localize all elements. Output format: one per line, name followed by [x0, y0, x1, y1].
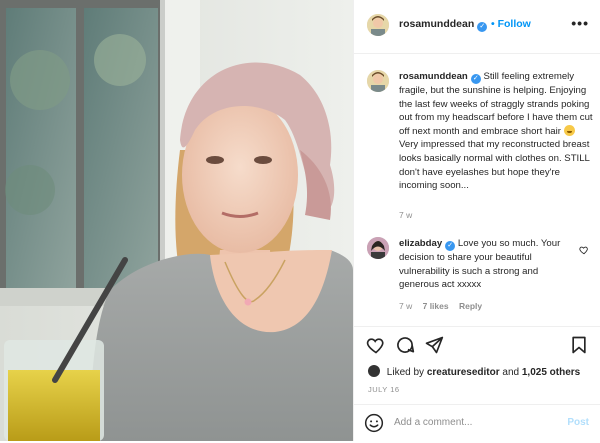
post-photo[interactable] — [0, 0, 353, 441]
add-comment-input[interactable] — [394, 415, 544, 430]
photo-illustration — [0, 0, 353, 441]
likes-prefix: Liked by — [386, 367, 425, 378]
comment-reply-button[interactable]: Reply — [459, 301, 482, 311]
send-icon[interactable] — [424, 335, 444, 355]
commenter-avatar[interactable] — [367, 237, 389, 259]
heart-icon[interactable] — [366, 335, 386, 355]
post-date[interactable]: JULY 16 — [368, 385, 400, 394]
instagram-post: rosamunddean ✓ • Follow ••• rosamunddean ✓… — [0, 0, 600, 441]
likes-others-count[interactable]: 1,025 others — [522, 367, 580, 378]
caption-text: rosamunddean ✓ Still feeling extremely fr… — [399, 70, 595, 193]
caption-body-continued: Very impressed that my reconstructed bre… — [399, 139, 590, 192]
author-avatar[interactable] — [367, 14, 389, 36]
comment-timestamp[interactable]: 7 w — [399, 301, 412, 311]
comment-like-icon[interactable] — [579, 245, 589, 255]
bookmark-icon[interactable] — [569, 335, 589, 355]
commenter-username[interactable]: elizabday — [399, 238, 442, 249]
author-username-text[interactable]: rosamunddean — [399, 18, 474, 30]
caption-timestamp[interactable]: 7 w — [399, 210, 412, 220]
caption-author-username[interactable]: rosamunddean — [399, 71, 468, 82]
caption-author-avatar[interactable] — [367, 70, 389, 92]
follow-button[interactable]: • Follow — [491, 18, 531, 30]
post-comment-button[interactable]: Post — [567, 417, 589, 428]
comment-likes-count[interactable]: 7 likes — [423, 301, 449, 311]
more-options-icon[interactable]: ••• — [571, 15, 589, 31]
caption-verified-badge-icon: ✓ — [470, 74, 481, 84]
commenter-verified-badge-icon: ✓ — [445, 241, 456, 251]
liker-avatar[interactable] — [368, 365, 380, 377]
comment-text: elizabday ✓ Love you so much. Your decisi… — [399, 237, 575, 292]
add-comment-bar: Post — [354, 404, 600, 443]
smiley-icon[interactable] — [364, 413, 384, 433]
likes-summary: Liked by creatureseditor and 1,025 other… — [368, 365, 580, 378]
grimace-emoji-icon — [563, 124, 575, 136]
post-side-panel: rosamunddean ✓ • Follow ••• rosamunddean ✓… — [353, 0, 600, 441]
liker-username[interactable]: creatureseditor — [427, 367, 500, 378]
post-actions: Liked by creatureseditor and 1,025 other… — [354, 326, 600, 442]
verified-badge-icon: ✓ — [477, 22, 488, 32]
comment-meta: 7 w 7 likes Reply — [399, 301, 490, 311]
follow-label[interactable]: Follow — [498, 18, 531, 30]
author-username[interactable]: rosamunddean ✓ — [399, 18, 488, 32]
follow-dot: • — [491, 18, 495, 30]
likes-joiner: and — [502, 367, 520, 378]
post-header: rosamunddean ✓ • Follow ••• — [354, 0, 600, 54]
comment-icon[interactable] — [395, 335, 415, 355]
